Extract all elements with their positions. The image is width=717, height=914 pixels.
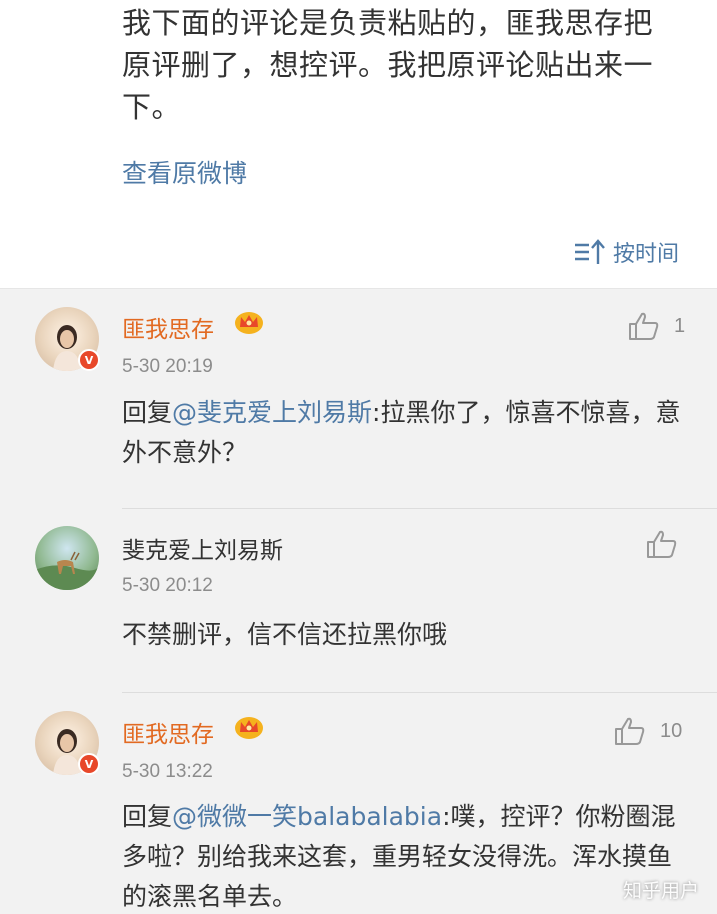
comment-time: 5-30 20:12 [122,575,213,596]
comment-text: 不禁删评，信不信还拉黑你哦 [122,620,448,649]
comment-text: 回复@斐克爱上刘易斯:拉黑你了，惊喜不惊喜，意外不意外？ [122,393,682,473]
like-button[interactable]: 10 [614,716,682,746]
post-text: 我下面的评论是负责粘贴的，匪我思存把原评删了，想控评。我把原评论贴出来一下。 [122,6,654,124]
like-button[interactable] [646,529,692,559]
sort-label: 按时间 [612,242,679,267]
comment-text: 回复@微微一笑balabalabia:噗，控评？你粉圈混多啦？别给我来这套，重男… [122,797,682,914]
mention-link[interactable]: @微微一笑balabalabia [172,802,442,831]
verified-badge-icon: V [78,349,100,371]
comment-username[interactable]: 斐克爱上刘易斯 [122,531,283,565]
avatar[interactable] [35,526,99,590]
comments-list: V 匪我思存 5-30 20:19 1 回复@斐克爱上刘易斯:拉黑你了，惊喜不惊… [0,288,717,914]
reply-prefix: 回复 [122,398,173,427]
comment-item: V 匪我思存 5-30 20:19 1 回复@斐克爱上刘易斯:拉黑你了，惊喜不惊… [0,289,717,509]
sort-icon [574,239,605,264]
verified-badge-icon: V [78,753,100,775]
comment-time: 5-30 13:22 [122,761,213,782]
like-count: 10 [660,719,683,742]
avatar-image [35,551,99,590]
comment-username[interactable]: 匪我思存 [122,715,214,749]
thumbs-up-icon [615,717,645,745]
thumbs-up-icon [629,312,659,340]
like-count: 1 [674,314,686,337]
mention-link[interactable]: @斐克爱上刘易斯 [172,398,372,427]
crown-icon [235,312,263,334]
post-area: 我下面的评论是负责粘贴的，匪我思存把原评删了，想控评。我把原评论贴出来一下。 查… [0,0,717,288]
comment-item: V 匪我思存 5-30 13:22 10 回复@微微一笑balabalabia:… [0,693,717,914]
watermark: 知乎用户 [622,880,699,902]
comment-item: 斐克爱上刘易斯 5-30 20:12 不禁删评，信不信还拉黑你哦 [0,509,717,693]
sort-by-time-button[interactable]: 按时间 [573,236,679,268]
thumbs-up-icon [647,530,677,558]
crown-icon [235,717,263,739]
reply-prefix: 回复 [122,802,173,831]
view-original-link[interactable]: 查看原微博 [122,154,247,190]
comment-username[interactable]: 匪我思存 [122,310,214,344]
like-button[interactable]: 1 [628,311,685,341]
comment-time: 5-30 20:19 [122,356,213,377]
